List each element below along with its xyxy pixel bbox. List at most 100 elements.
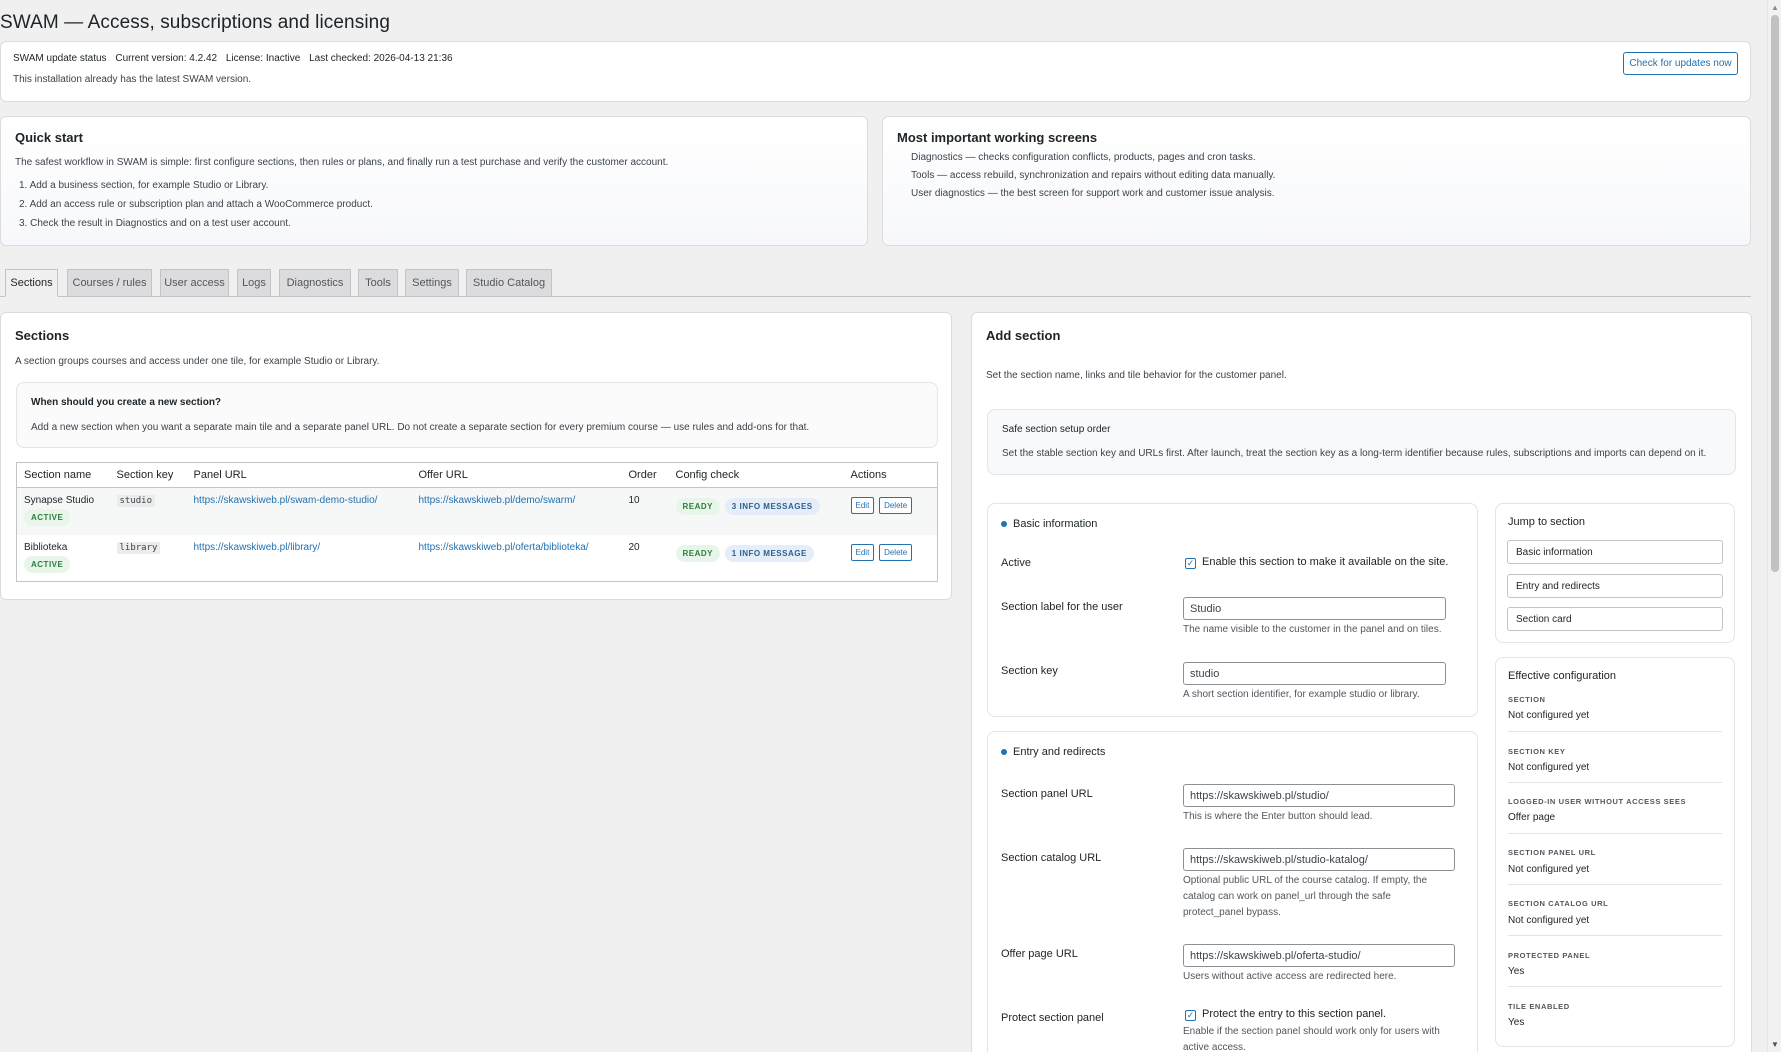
actions-cell: Edit Delete bbox=[843, 487, 938, 535]
page-scrollbar[interactable]: ▲ ▼ bbox=[1767, 0, 1781, 1052]
scrollbar-thumb[interactable] bbox=[1771, 15, 1779, 572]
config-key: SECTION KEY bbox=[1508, 747, 1566, 756]
catalog-url-label: Section catalog URL bbox=[1001, 852, 1102, 864]
edit-button[interactable]: Edit bbox=[850, 543, 875, 561]
jump-basic-information[interactable]: Basic information bbox=[1507, 540, 1723, 564]
add-section-card: Add section Set the section name, links … bbox=[971, 312, 1752, 1052]
protect-panel-help-line: Enable if the section panel should work … bbox=[1183, 1026, 1440, 1037]
tab-studio-catalog[interactable]: Studio Catalog bbox=[466, 269, 552, 296]
config-value: Yes bbox=[1508, 966, 1525, 977]
check-icon: ✓ bbox=[1186, 1010, 1195, 1020]
tab-tools[interactable]: Tools bbox=[358, 269, 398, 296]
column-header: Actions bbox=[843, 462, 938, 488]
offer-url-label: Offer page URL bbox=[1001, 948, 1078, 960]
sections-description: A section groups courses and access unde… bbox=[15, 356, 380, 367]
tab-settings[interactable]: Settings bbox=[405, 269, 459, 296]
tab-user-access[interactable]: User access bbox=[160, 269, 229, 296]
check-updates-button[interactable]: Check for updates now bbox=[1623, 52, 1738, 75]
config-key: SECTION PANEL URL bbox=[1508, 848, 1596, 857]
section-key-label: Section key bbox=[1001, 665, 1058, 677]
column-header: Config check bbox=[668, 462, 844, 488]
quick-start-step: 2. Add an access rule or subscription pl… bbox=[19, 199, 373, 210]
edit-button[interactable]: Edit bbox=[850, 497, 875, 514]
column-header: Section name bbox=[16, 462, 110, 488]
add-section-description: Set the section name, links and tile beh… bbox=[986, 370, 1287, 381]
panel-url-label: Section panel URL bbox=[1001, 788, 1093, 800]
ready-badge: READY bbox=[675, 498, 721, 515]
config-key: SECTION bbox=[1508, 695, 1546, 704]
tab-diagnostics[interactable]: Diagnostics bbox=[279, 269, 351, 296]
sections-table: Section name Section key Panel URL Offer… bbox=[16, 462, 938, 582]
license-status: License: Inactive bbox=[225, 53, 301, 64]
catalog-url-input[interactable]: https://skawskiweb.pl/studio-katalog/ bbox=[1183, 848, 1455, 871]
current-version: Current version: 4.2.42 bbox=[115, 53, 218, 64]
info-messages-badge: 1 INFO MESSAGE bbox=[724, 544, 814, 562]
protect-panel-checkbox[interactable]: ✓ bbox=[1185, 1010, 1196, 1021]
catalog-url-help-line: Optional public URL of the course catalo… bbox=[1183, 875, 1428, 886]
working-screen-item: Diagnostics — checks configuration confl… bbox=[911, 152, 1256, 163]
arrow-down-icon[interactable]: ▼ bbox=[1771, 1040, 1779, 1049]
offer-url-cell: https://skawskiweb.pl/demo/swarm/ bbox=[411, 487, 622, 535]
section-key-help: A short section identifier, for example … bbox=[1183, 689, 1420, 700]
status-badge: ACTIVE bbox=[24, 555, 71, 573]
divider bbox=[1508, 731, 1722, 732]
update-status-label: SWAM update status bbox=[13, 53, 107, 64]
safe-setup-text: Set the stable section key and URLs firs… bbox=[1002, 448, 1707, 459]
config-value: Not configured yet bbox=[1508, 710, 1590, 721]
protect-panel-help: Enable if the section panel should work … bbox=[1183, 1024, 1440, 1052]
section-key-input[interactable]: studio bbox=[1183, 662, 1446, 685]
protect-panel-help-line: active access. bbox=[1183, 1042, 1246, 1052]
bullet-icon bbox=[1001, 749, 1007, 756]
effective-configuration-panel: Effective configuration SECTION Not conf… bbox=[1495, 657, 1735, 1047]
catalog-url-help-line: protect_panel bypass. bbox=[1183, 907, 1281, 918]
bullet-icon bbox=[1001, 521, 1007, 528]
config-value: Offer page bbox=[1508, 812, 1556, 823]
page-title: SWAM — Access, subscriptions and licensi… bbox=[0, 12, 390, 33]
offer-url-input[interactable]: https://skawskiweb.pl/oferta-studio/ bbox=[1183, 944, 1455, 967]
jump-to-section-panel: Jump to section Basic information Entry … bbox=[1495, 503, 1735, 643]
delete-button[interactable]: Delete bbox=[879, 543, 913, 561]
safe-setup-box: Safe section setup order Set the stable … bbox=[987, 409, 1736, 475]
arrow-up-icon[interactable]: ▲ bbox=[1771, 3, 1779, 12]
section-label-input[interactable]: Studio bbox=[1183, 597, 1446, 620]
tab-sections[interactable]: Sections bbox=[5, 269, 58, 297]
update-status-line: SWAM update status Current version: 4.2.… bbox=[13, 53, 459, 64]
new-section-info-text: Add a new section when you want a separa… bbox=[31, 422, 810, 433]
offer-url-help: Users without active access are redirect… bbox=[1183, 971, 1397, 982]
offer-url-link[interactable]: https://skawskiweb.pl/oferta/biblioteka/ bbox=[419, 542, 589, 553]
panel-url-link[interactable]: https://skawskiweb.pl/swam-demo-studio/ bbox=[194, 495, 378, 506]
config-value: Not configured yet bbox=[1508, 864, 1590, 875]
section-name-cell: Biblioteka ACTIVE bbox=[17, 535, 110, 582]
panel-url-help: This is where the Enter button should le… bbox=[1183, 811, 1373, 822]
active-checkbox[interactable]: ✓ bbox=[1185, 558, 1196, 569]
column-header: Section key bbox=[109, 462, 187, 488]
config-key: PROTECTED PANEL bbox=[1508, 951, 1591, 960]
divider bbox=[1508, 986, 1722, 987]
config-key: LOGGED-IN USER WITHOUT ACCESS SEES bbox=[1508, 797, 1687, 806]
section-name-cell: Synapse Studio ACTIVE bbox=[16, 487, 110, 535]
panel-url-input[interactable]: https://skawskiweb.pl/studio/ bbox=[1183, 784, 1455, 807]
column-header: Offer URL bbox=[411, 462, 622, 488]
basic-information-label: Basic information bbox=[1013, 518, 1098, 530]
jump-section-card[interactable]: Section card bbox=[1507, 607, 1723, 631]
tab-logs[interactable]: Logs bbox=[237, 269, 271, 296]
tab-courses-rules[interactable]: Courses / rules bbox=[67, 269, 152, 296]
quick-start-step: 1. Add a business section, for example S… bbox=[19, 180, 269, 191]
offer-url-link[interactable]: https://skawskiweb.pl/demo/swarm/ bbox=[419, 495, 576, 506]
section-key: studio bbox=[116, 495, 156, 507]
jump-entry-redirects[interactable]: Entry and redirects bbox=[1507, 574, 1723, 598]
actions-cell: Edit Delete bbox=[844, 535, 938, 582]
effective-configuration-title: Effective configuration bbox=[1508, 670, 1617, 682]
active-label: Active bbox=[1001, 557, 1031, 569]
quick-start-title: Quick start bbox=[15, 130, 83, 145]
panel-url-link[interactable]: https://skawskiweb.pl/library/ bbox=[194, 542, 321, 553]
delete-button[interactable]: Delete bbox=[879, 497, 913, 514]
divider bbox=[1508, 884, 1722, 885]
active-checkbox-text: Enable this section to make it available… bbox=[1202, 556, 1449, 568]
quick-start-intro: The safest workflow in SWAM is simple: f… bbox=[15, 157, 669, 168]
new-section-info: When should you create a new section? Ad… bbox=[16, 382, 938, 448]
entry-redirects-label: Entry and redirects bbox=[1013, 746, 1106, 758]
update-status-message: This installation already has the latest… bbox=[13, 74, 252, 85]
config-value: Not configured yet bbox=[1508, 762, 1590, 773]
panel-url-cell: https://skawskiweb.pl/swam-demo-studio/ bbox=[186, 487, 412, 535]
